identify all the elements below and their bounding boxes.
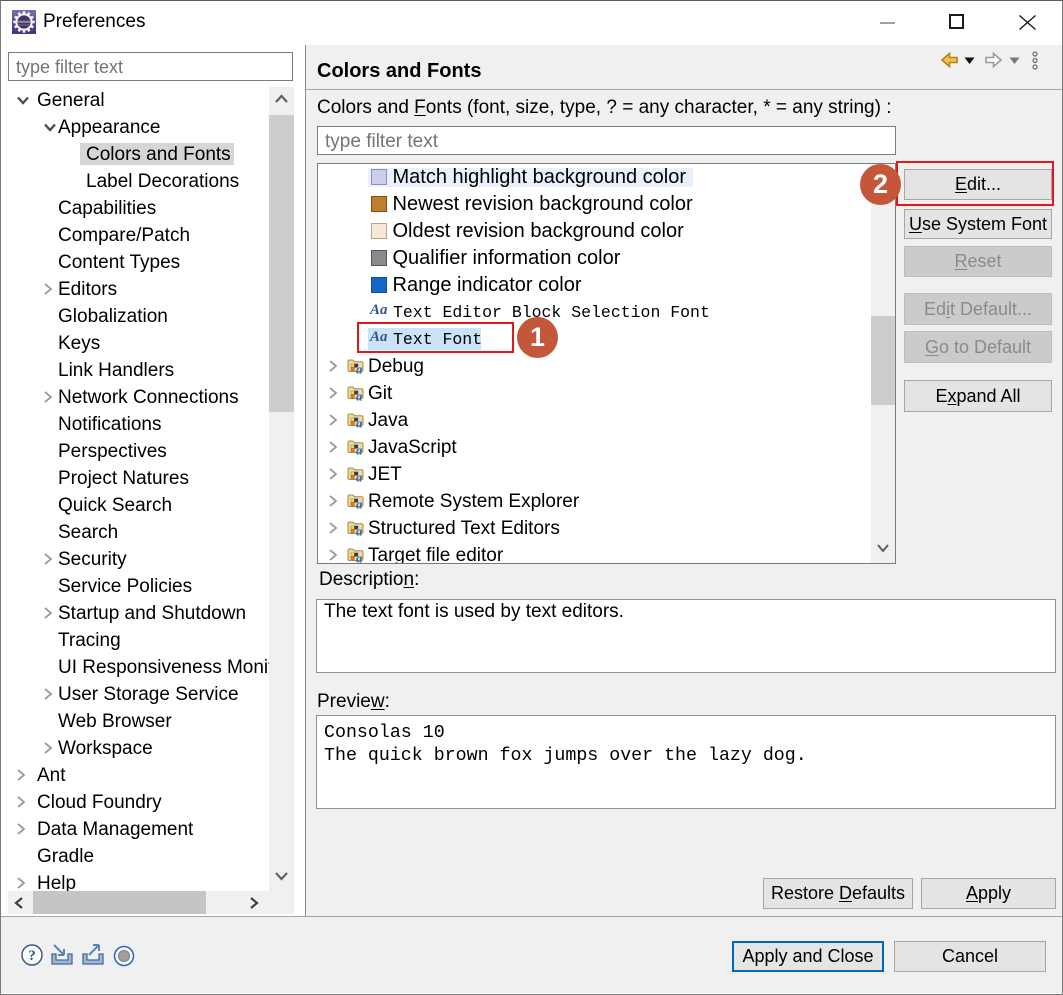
svg-text:a: a: [356, 551, 363, 564]
svg-text:a: a: [356, 389, 363, 402]
svg-text:a: a: [356, 524, 363, 537]
svg-text:a: a: [356, 362, 363, 375]
svg-text:?: ?: [28, 948, 36, 964]
svg-text:a: a: [356, 416, 363, 429]
svg-text:a: a: [356, 497, 363, 510]
svg-text:a: a: [356, 470, 363, 483]
svg-text:a: a: [356, 443, 363, 456]
